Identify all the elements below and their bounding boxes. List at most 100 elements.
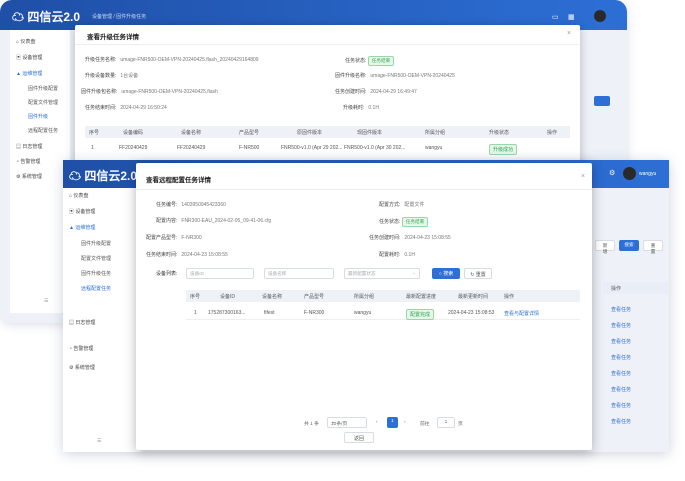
ops-icon: ▲ [69, 225, 74, 231]
grid-icon[interactable]: ▦ [568, 13, 575, 21]
refresh-icon: ↻ [470, 272, 475, 278]
config-status-select[interactable]: 最新配置状态 ⌄ [344, 268, 420, 279]
view-task-link[interactable]: 查看任务 [611, 322, 631, 329]
breadcrumb: 设备管理 / 固件升级任务 [92, 14, 147, 20]
bell-icon: ◔ [69, 346, 73, 352]
field-config-content: 配置内容: FNR300-EAU_2024-02-05_09-41-06.cfg [156, 218, 272, 224]
log-icon: ▤ [69, 320, 75, 326]
field-end-time: 任务结束时间: 2024-04-29 16:50:24 [85, 105, 167, 111]
view-task-link[interactable]: 查看任务 [611, 370, 631, 377]
gear-icon: ⚙ [16, 174, 21, 180]
close-icon[interactable]: × [567, 30, 571, 37]
monitor-icon[interactable]: ▭ [552, 13, 559, 21]
sidebar-item-alarm[interactable]: ◔ 告警管理 [16, 158, 40, 165]
search-button[interactable]: 搜索 [619, 240, 639, 251]
table-header: 序号 设备ID 设备名称 产品型号 所属分组 最新配置进度 最新更新时间 操作 [186, 290, 580, 302]
search-icon: ○ [438, 271, 442, 277]
home-icon: ⌂ [69, 193, 73, 199]
field-task-status: 任务状态: 任务结束 [379, 217, 429, 227]
sidebar-sub-firmware-upgrade[interactable]: 固件升级 [28, 113, 48, 120]
goto-page-input[interactable]: 1 [437, 417, 455, 428]
modal-title: 查看升级任务详情 [87, 34, 139, 41]
device-icon: ▣ [16, 55, 22, 61]
app-logo: ☁ 四信云2.0 [69, 169, 138, 183]
status-badge: 任务结束 [367, 56, 395, 66]
modal-header [75, 25, 580, 45]
sidebar-item-dashboard[interactable]: ⌂ 仪表盘 [16, 38, 35, 45]
collapse-icon[interactable]: ☰ [97, 438, 101, 444]
view-task-link[interactable]: 查看任务 [611, 386, 631, 393]
sidebar-sub-remote-config[interactable]: 远程配置任务 [28, 127, 58, 134]
sidebar-sub-remote-config[interactable]: 远程配置任务 [81, 285, 111, 292]
status-badge: 任务结束 [401, 217, 429, 227]
sidebar: ⌂ 仪表盘 ▣ 设备管理 ▲ 运维管理 固件升级配置 配置文件管理 固件升级 远… [10, 30, 70, 313]
next-page-button[interactable]: › [404, 420, 406, 425]
sidebar-sub-firmware-upgrade[interactable]: 固件升级任务 [81, 270, 111, 277]
field-task-id: 任务编号: 1403950945423360 [156, 202, 226, 208]
view-task-link[interactable]: 查看任务 [611, 306, 631, 313]
back-search-button[interactable] [594, 96, 610, 106]
sidebar-sub-firmware-config[interactable]: 固件升级配置 [28, 85, 58, 92]
reset-button[interactable]: 重置 [643, 240, 663, 254]
avatar[interactable] [594, 10, 606, 22]
table-header: 序号 设备编码 设备名称 产品型号 原固件版本 现固件版本 所属分组 升级状态 … [85, 126, 570, 138]
sidebar-item-ops[interactable]: ▲ 运维管理 [69, 224, 95, 231]
add-button[interactable]: 新增 [595, 240, 615, 254]
device-name-input[interactable]: 设备名称 [264, 268, 334, 279]
sidebar-item-device[interactable]: ▣ 设备管理 [16, 54, 42, 61]
sidebar-sub-config-files[interactable]: 配置文件管理 [28, 99, 58, 106]
field-task-status: 任务状态: 任务结束 [345, 56, 395, 66]
field-firmware-name: 固件升级名称: umage-FNR500-OEM-VPN-20240425 [335, 73, 455, 79]
avatar[interactable] [623, 167, 636, 180]
reset-button[interactable]: ↻ 重置 [464, 268, 492, 279]
config-progress-badge: 配置完成 [406, 309, 435, 320]
user-name[interactable]: wangyu [639, 171, 656, 177]
sidebar-item-system[interactable]: ⚙ 系统管理 [16, 173, 42, 180]
sidebar-item-ops[interactable]: ▲ 运维管理 [16, 70, 42, 77]
field-config-method: 配置方式: 配置文件 [379, 202, 425, 208]
view-config-detail-link[interactable]: 查看与配置详情 [504, 310, 539, 317]
device-icon: ▣ [69, 209, 75, 215]
sidebar-item-system[interactable]: ⚙ 系统管理 [69, 364, 95, 371]
view-task-link[interactable]: 查看任务 [611, 354, 631, 361]
sidebar: ⌂ 仪表盘 ▣ 设备管理 ▲ 运维管理 固件升级配置 配置文件管理 固件升级任务… [63, 188, 141, 452]
modal-title: 查看远程配置任务详情 [146, 177, 211, 184]
close-icon[interactable]: × [581, 173, 585, 180]
remote-config-task-detail-modal: 查看远程配置任务详情 × 任务编号: 1403950945423360 配置方式:… [136, 163, 592, 450]
table-row: 1 FF20240429 FF20240429 F-NR500 FNR500-v… [85, 142, 570, 155]
upgrade-task-detail-modal: 查看升级任务详情 × 升级任务名称: umage-FNR500-OEM-VPN-2… [75, 25, 580, 165]
page-size-select[interactable]: 10条/页 ⌄ [327, 417, 367, 428]
sidebar-item-logs[interactable]: ▤ 日志管理 [69, 319, 95, 326]
sidebar-item-alarm[interactable]: ◔ 告警管理 [69, 345, 93, 352]
field-package-name: 固件升级包名称: umage-FNR500-OEM-VPN-20240425.fl… [81, 89, 218, 95]
gear-icon[interactable]: ⚙ [609, 169, 615, 177]
search-button[interactable]: ○ 搜索 [432, 268, 460, 279]
prev-page-button[interactable]: ‹ [376, 420, 378, 425]
field-task-name: 升级任务名称: umage-FNR500-OEM-VPN-20240425.fla… [85, 57, 259, 63]
view-task-link[interactable]: 查看任务 [611, 402, 631, 409]
field-device-count: 升级设备数量: 1台设备 [85, 73, 139, 79]
bell-icon: ◔ [16, 159, 20, 165]
page-suffix: 页 [458, 422, 463, 427]
sidebar-sub-firmware-config[interactable]: 固件升级配置 [81, 240, 111, 247]
sidebar-item-device[interactable]: ▣ 设备管理 [69, 208, 95, 215]
cloud-icon: ☁ [69, 169, 82, 183]
sidebar-sub-config-files[interactable]: 配置文件管理 [81, 255, 111, 262]
upgrade-status-badge: 升级成功 [489, 144, 518, 155]
sidebar-item-logs[interactable]: ▤ 日志管理 [16, 143, 42, 150]
field-create-time: 任务创建时间: 2024-04-23 15:08:55 [369, 235, 451, 241]
page-1-button[interactable]: 1 [387, 417, 398, 428]
divider [136, 189, 592, 190]
total-count: 共 1 条 [304, 422, 319, 427]
sidebar-item-dashboard[interactable]: ⌂ 仪表盘 [69, 192, 88, 199]
collapse-icon[interactable]: ☰ [44, 298, 48, 304]
cloud-icon: ☁ [12, 10, 25, 24]
view-task-link[interactable]: 查看任务 [611, 338, 631, 345]
device-id-input[interactable]: 设备ID [186, 268, 254, 279]
table-row: 1 175287300163... fifest F-NR300 wangyu … [186, 306, 580, 320]
field-duration: 升级耗时: 0.1H [343, 105, 379, 111]
back-button[interactable]: 返回 [344, 432, 374, 443]
log-icon: ▤ [16, 144, 22, 150]
home-icon: ⌂ [16, 39, 20, 45]
view-task-link[interactable]: 查看任务 [611, 418, 631, 425]
